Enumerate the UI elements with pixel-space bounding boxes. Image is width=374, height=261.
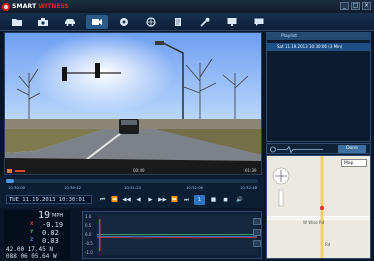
graph-plot (97, 215, 257, 255)
graph-side-buttons (253, 218, 262, 258)
graph-reset-button[interactable] (253, 240, 261, 247)
speed-value: 19 (38, 210, 51, 221)
main-toolbar (0, 13, 374, 31)
video-player[interactable]: 00:49 01:39 (4, 32, 262, 175)
graph-zoom-out-button[interactable] (253, 229, 261, 236)
map-view[interactable]: Map W Wise Rd Rd (266, 155, 371, 259)
chat-icon (254, 18, 264, 26)
map-canvas (267, 156, 370, 258)
done-button[interactable]: Done (338, 145, 366, 153)
playlist-item[interactable]: Sat 11.19.2013 10:30:06 (3 Min) (267, 43, 370, 51)
brand-name-part1: SMART (12, 3, 37, 10)
gsensor-graph: 1.0 0.5 0.0 -0.5 -1.0 (82, 211, 262, 259)
document-icon (175, 18, 181, 26)
gsensor-strip: Done (266, 143, 371, 154)
monitor-icon (227, 18, 237, 26)
playlist-header: Playlist (267, 33, 370, 40)
playlist-panel: Playlist Sat 11.19.2013 10:30:06 (3 Min) (266, 32, 371, 142)
globe-icon (146, 17, 156, 27)
snapshot-button[interactable]: ◼ (220, 195, 231, 205)
z-axis-label: Z (30, 238, 34, 243)
graph-y-tick: 0.0 (85, 232, 92, 237)
step-back-button[interactable]: ◀ (133, 195, 144, 205)
folder-icon (12, 19, 22, 26)
graph-y-tick: -0.5 (85, 241, 93, 246)
wrench-icon (200, 17, 210, 27)
graph-y-tick: 1.0 (85, 214, 92, 219)
graph-y-tick: -1.0 (85, 250, 93, 255)
skip-start-button[interactable]: ⏮ (97, 195, 108, 205)
datetime-display: TUE 11.19.2013 10:30:01 (6, 195, 92, 204)
map-street-label: W Wise Rd (303, 220, 325, 225)
camera-icon (38, 18, 48, 26)
video-elapsed-label: 00:49 (133, 168, 145, 173)
video-camera-icon (92, 19, 102, 25)
step-back-fast-button[interactable]: ◀◀ (121, 195, 132, 205)
timeline-tick: 10:32:48 (240, 185, 258, 190)
app-window: SMART WITNESS _ □ × 00:49 01:39 Playlist… (0, 0, 374, 261)
dashcam-frame (5, 33, 261, 174)
play-button[interactable]: ▶ (145, 195, 156, 205)
toolbar-document-button[interactable] (167, 15, 189, 29)
timeline-track[interactable] (6, 179, 258, 183)
volume-icon[interactable]: 🔊 (234, 195, 245, 205)
maximize-button[interactable]: □ (351, 2, 360, 10)
toolbar-camera-button[interactable] (32, 15, 54, 29)
car-icon (65, 19, 75, 26)
logo-mark-icon (2, 2, 10, 11)
timeline-tick: 10:30:00 (8, 185, 26, 190)
z-axis-value: 0.03 (42, 237, 59, 245)
timeline-tick: 10:32:06 (186, 185, 204, 190)
skip-end-button[interactable]: ⏭ (181, 195, 192, 205)
toolbar-folder-button[interactable] (6, 15, 28, 29)
toolbar-settings-button[interactable] (113, 15, 135, 29)
readout-panel: 19 MPH X -0.19 Y 0.02 Z 0.03 42.00 17.45… (4, 210, 70, 260)
x-axis-value: -0.19 (42, 221, 64, 229)
settings-wheel-icon (120, 18, 128, 26)
gsensor-wave (270, 145, 323, 154)
close-button[interactable]: × (362, 2, 371, 10)
record-indicator-icon (7, 169, 12, 173)
step-forward-button[interactable]: ▶▶ (157, 195, 168, 205)
toolbar-video-button[interactable] (86, 15, 108, 29)
toolbar-display-button[interactable] (221, 15, 243, 29)
speed-unit: MPH (52, 213, 64, 219)
timeline-tick: 10:30:42 (64, 185, 82, 190)
toolbar-tools-button[interactable] (194, 15, 216, 29)
x-axis-label: X (30, 222, 34, 227)
toolbar-car-button[interactable] (59, 15, 81, 29)
latitude-value: 42.00 17.45 N (6, 246, 53, 253)
video-duration-label: 01:39 (245, 168, 257, 173)
playhead-marker (99, 219, 101, 251)
map-type-select[interactable]: Map (341, 159, 367, 167)
minimize-button[interactable]: _ (340, 2, 349, 10)
title-bar: SMART WITNESS _ □ × (0, 0, 374, 13)
y-axis-value: 0.02 (42, 229, 59, 237)
brand-name-part2: WITNESS (38, 3, 69, 10)
timeline-progress (6, 179, 14, 183)
timeline-tick: 10:31:24 (124, 185, 142, 190)
speed-button[interactable]: 1 (194, 195, 205, 205)
fast-forward-button[interactable]: ⏩ (169, 195, 180, 205)
rewind-button[interactable]: ⏪ (109, 195, 120, 205)
graph-zoom-in-button[interactable] (253, 218, 261, 225)
longitude-value: 088 06 05.64 W (6, 253, 57, 260)
graph-y-tick: 0.5 (85, 223, 92, 228)
app-logo: SMART WITNESS (2, 1, 69, 12)
toolbar-globe-button[interactable] (140, 15, 162, 29)
stop-button[interactable]: ■ (208, 195, 219, 205)
y-axis-label: Y (30, 230, 34, 235)
map-road-label: Rd (325, 242, 331, 247)
toolbar-message-button[interactable] (248, 15, 270, 29)
